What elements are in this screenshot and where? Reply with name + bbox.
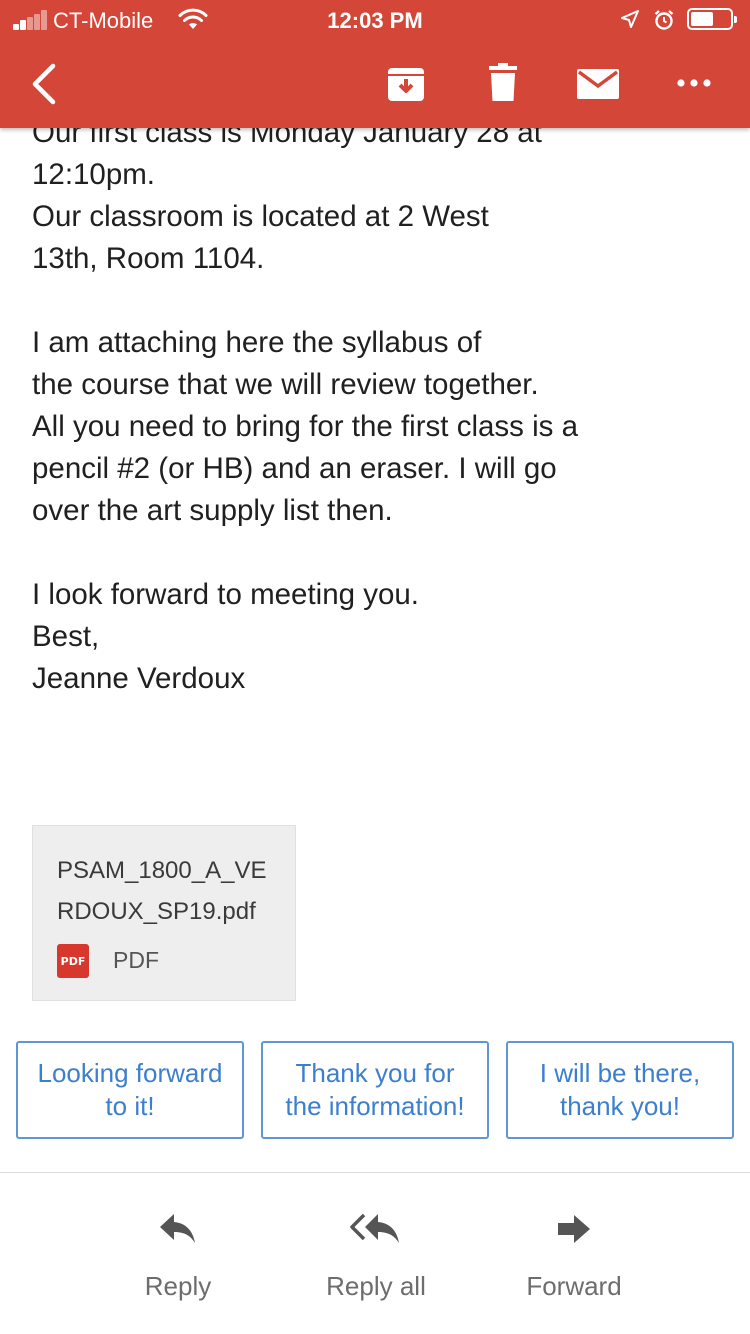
email-body: Our first class is Monday January 28 at … bbox=[32, 112, 732, 700]
reply-button[interactable]: Reply bbox=[118, 1205, 238, 1315]
chevron-left-icon bbox=[32, 63, 56, 105]
divider bbox=[0, 1172, 750, 1173]
body-line: I look forward to meeting you. bbox=[32, 578, 419, 611]
status-bar: CT-Mobile 12:03 PM bbox=[0, 0, 750, 40]
back-button[interactable] bbox=[20, 60, 68, 108]
mark-unread-button[interactable] bbox=[574, 66, 622, 102]
archive-icon bbox=[388, 68, 424, 101]
reply-all-label: Reply all bbox=[326, 1271, 426, 1301]
smart-reply-button[interactable]: I will be there, thank you! bbox=[506, 1041, 734, 1139]
email-toolbar bbox=[0, 40, 750, 128]
archive-button[interactable] bbox=[384, 62, 428, 106]
forward-label: Forward bbox=[526, 1271, 622, 1301]
body-line: All you need to bring for the first clas… bbox=[32, 410, 579, 443]
pdf-icon: PDF bbox=[57, 944, 89, 978]
trash-icon bbox=[489, 63, 517, 101]
more-options-button[interactable] bbox=[672, 70, 716, 96]
alarm-icon bbox=[653, 9, 675, 37]
reply-all-icon bbox=[306, 1205, 446, 1253]
reply-all-button[interactable]: Reply all bbox=[306, 1205, 446, 1315]
reply-icon bbox=[118, 1205, 238, 1253]
body-line: pencil #2 (or HB) and an eraser. I will … bbox=[32, 452, 557, 485]
body-line: I am attaching here the syllabus of bbox=[32, 326, 482, 359]
smart-reply-button[interactable]: Thank you for the information! bbox=[261, 1041, 489, 1139]
forward-icon bbox=[513, 1205, 635, 1253]
body-line: the course that we will review together. bbox=[32, 368, 539, 401]
attachment-card[interactable]: PSAM_1800_A_VE RDOUX_SP19.pdf PDF PDF bbox=[32, 825, 296, 1001]
signature-name: Jeanne Verdoux bbox=[32, 662, 246, 695]
body-line: 13th, Room 1104. bbox=[32, 242, 265, 275]
battery-icon bbox=[687, 8, 737, 30]
body-line: 12:10pm. bbox=[32, 158, 155, 191]
app-header: CT-Mobile 12:03 PM bbox=[0, 0, 750, 128]
body-line: Best, bbox=[32, 620, 100, 653]
delete-button[interactable] bbox=[483, 60, 523, 106]
body-line: over the art supply list then. bbox=[32, 494, 393, 527]
reply-label: Reply bbox=[144, 1271, 212, 1301]
location-arrow-icon bbox=[620, 9, 640, 35]
body-line: Our classroom is located at 2 West bbox=[32, 200, 489, 233]
more-dots-icon bbox=[677, 79, 711, 87]
attachment-filename: PSAM_1800_A_VE RDOUX_SP19.pdf bbox=[57, 857, 267, 925]
smart-reply-button[interactable]: Looking forward to it! bbox=[16, 1041, 244, 1139]
forward-button[interactable]: Forward bbox=[513, 1205, 635, 1315]
attachment-type: PDF bbox=[113, 947, 159, 973]
mail-icon bbox=[577, 69, 619, 99]
